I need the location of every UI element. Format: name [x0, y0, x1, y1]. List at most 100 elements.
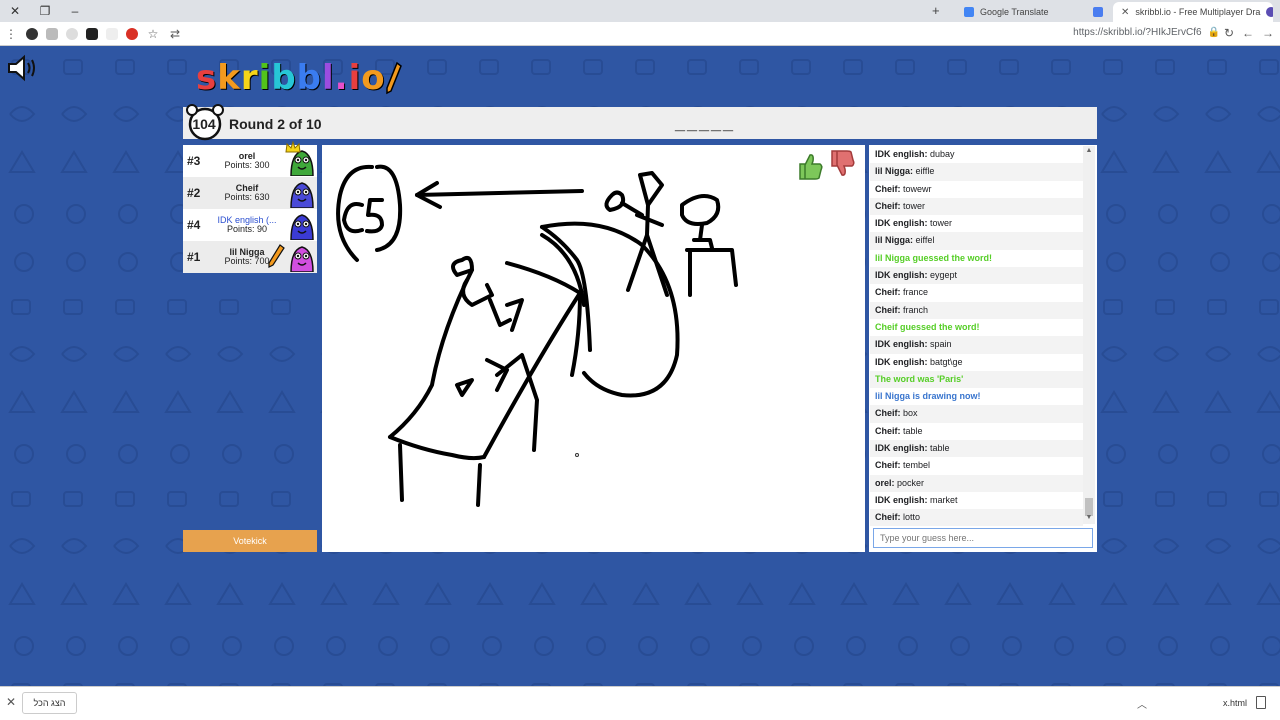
player-avatar-icon — [290, 246, 314, 272]
sound-toggle-icon[interactable] — [6, 54, 38, 82]
download-file-name[interactable]: x.html — [1223, 698, 1247, 708]
chat-text: eiffle — [915, 166, 935, 177]
extension-icon[interactable] — [106, 27, 118, 40]
thumbs-up-icon[interactable] — [796, 151, 824, 181]
close-tab-icon[interactable]: ✕ — [1121, 7, 1129, 18]
show-all-downloads-button[interactable]: הצג הכל — [22, 692, 77, 714]
chat-text: tembel — [903, 460, 931, 471]
chat-author: Cheif: — [875, 304, 901, 315]
tab-title: Google Translate — [980, 7, 1049, 17]
scroll-up-arrow-icon[interactable]: ▲ — [1083, 147, 1095, 154]
close-window-icon[interactable]: ✕ — [0, 0, 30, 22]
chat-message: lil Nigga is drawing now! — [870, 388, 1083, 405]
chat-message: Cheif: france — [870, 284, 1083, 301]
player-info: Cheif Points: 630 — [207, 183, 287, 203]
chevron-up-icon[interactable]: ︿ — [1137, 696, 1147, 711]
extension-icon[interactable] — [46, 27, 58, 40]
player-avatar-icon — [290, 182, 314, 208]
reload-icon[interactable]: ↻ — [1224, 26, 1234, 40]
chat-text: Cheif guessed the word! — [875, 321, 980, 332]
chat-message: Cheif: box — [870, 405, 1083, 423]
minimize-window-icon[interactable]: – — [60, 0, 90, 22]
url-field[interactable]: https://skribbl.io/?HIkJErvCf6 🔒 — [1073, 27, 1220, 38]
chat-author: IDK english: — [875, 356, 928, 367]
chat-text: spain — [930, 339, 952, 350]
chat-text: lotto — [903, 512, 921, 523]
chat-message: Cheif guessed the word! — [870, 319, 1083, 336]
chat-text: batgt\ge — [930, 356, 963, 367]
extension-icon[interactable] — [66, 27, 78, 40]
votekick-button[interactable]: Votekick — [183, 530, 317, 552]
bookmark-star-icon[interactable]: ☆ — [142, 27, 164, 41]
drawing-canvas[interactable] — [322, 145, 865, 552]
game-page: skribbl.io 104 Round 2 of 10 _____ #3 ore… — [0, 46, 1280, 686]
chat-message: Cheif: tower — [870, 197, 1083, 216]
player-row[interactable]: #1 lil Nigga Points: 700 — [183, 241, 317, 273]
chat-text: dubay — [930, 149, 955, 159]
chat-text: lil Nigga guessed the word! — [875, 252, 993, 263]
extension-icon[interactable] — [26, 27, 38, 40]
translate-extension-icon[interactable] — [1093, 2, 1103, 22]
player-row[interactable]: #3 orel Points: 300 — [183, 141, 317, 177]
chat-text: eiffel — [915, 235, 935, 246]
extension-icon[interactable] — [126, 27, 138, 40]
chat-text: The word was 'Paris' — [875, 373, 964, 384]
chat-author: IDK english: — [875, 443, 928, 454]
menu-dots-icon[interactable]: ⋮ — [0, 27, 22, 41]
chat-text: france — [903, 287, 929, 298]
chat-text: table — [930, 443, 950, 454]
extension-icon[interactable] — [86, 27, 98, 40]
chat-author: Cheif: — [875, 408, 901, 419]
player-rank: #1 — [187, 250, 201, 264]
chat-author: Cheif: — [875, 183, 901, 194]
chat-scrollbar[interactable]: ▲ ▼ — [1083, 146, 1095, 524]
chat-author: Cheif: — [875, 425, 901, 436]
chat-message-list: IDK english: dubay lil Nigga: eiffle Cheif… — [870, 146, 1083, 526]
tab-google-translate[interactable]: Google Translate — [956, 2, 1086, 22]
drawing-strokes — [336, 164, 738, 507]
chat-author: orel: — [875, 477, 895, 488]
player-info: orel Points: 300 — [207, 151, 287, 171]
chat-message: Cheif: table — [870, 423, 1083, 440]
chat-author: IDK english: — [875, 270, 928, 281]
restore-window-icon[interactable]: ❐ — [30, 0, 60, 22]
chat-text: table — [903, 425, 923, 436]
player-row[interactable]: #4 IDK english (... Points: 90 — [183, 209, 317, 241]
chat-message: Cheif: towewr — [870, 181, 1083, 198]
chat-author: Cheif: — [875, 460, 901, 471]
player-avatar-icon — [290, 214, 314, 240]
chat-text: towewr — [903, 183, 932, 194]
address-bar: ⋮ ☆ ⇄ https://skribbl.io/?HIkJErvCf6 🔒 ↻… — [0, 22, 1280, 46]
chat-author: IDK english: — [875, 218, 928, 229]
close-download-bar-icon[interactable]: ✕ — [6, 695, 16, 709]
skribbl-favicon-icon — [1266, 7, 1273, 17]
chat-author: Cheif: — [875, 200, 901, 211]
chat-message: lil Nigga guessed the word! — [870, 250, 1083, 267]
chat-message: lil Nigga: eiffel — [870, 232, 1083, 250]
game-header: 104 Round 2 of 10 _____ — [183, 104, 1097, 141]
player-points: Points: 630 — [224, 192, 270, 202]
forward-icon[interactable]: → — [1262, 26, 1274, 40]
google-translate-favicon-icon — [964, 7, 974, 17]
tab-skribbl[interactable]: ✕ skribbl.io - Free Multiplayer Dra — [1113, 2, 1273, 22]
chat-text: pocker — [897, 477, 925, 488]
chat-author: IDK english: — [875, 149, 928, 159]
player-rank: #4 — [187, 218, 201, 232]
thumbs-down-icon[interactable] — [828, 149, 856, 179]
lock-icon: 🔒 — [1207, 27, 1220, 38]
chat-author: lil Nigga: — [875, 235, 913, 246]
chat-message: IDK english: spain — [870, 336, 1083, 354]
browser-tab-bar: ✕ ❐ – + Google Translate ✕ skribbl.io - … — [0, 0, 1280, 22]
download-bar: ✕ הצג הכל ︿ x.html — [0, 686, 1280, 720]
player-info: IDK english (... Points: 90 — [207, 215, 287, 235]
translate-page-icon[interactable]: ⇄ — [164, 27, 186, 41]
chat-author: Cheif: — [875, 287, 901, 298]
scroll-down-arrow-icon[interactable]: ▼ — [1083, 514, 1095, 521]
chat-message: IDK english: market — [870, 492, 1083, 509]
back-icon[interactable]: ← — [1242, 26, 1254, 40]
new-tab-icon[interactable]: + — [932, 3, 940, 18]
tab-title: skribbl.io - Free Multiplayer Dra — [1135, 7, 1261, 17]
player-row[interactable]: #2 Cheif Points: 630 — [183, 177, 317, 209]
guess-input[interactable] — [873, 528, 1093, 548]
crown-icon — [285, 141, 301, 153]
